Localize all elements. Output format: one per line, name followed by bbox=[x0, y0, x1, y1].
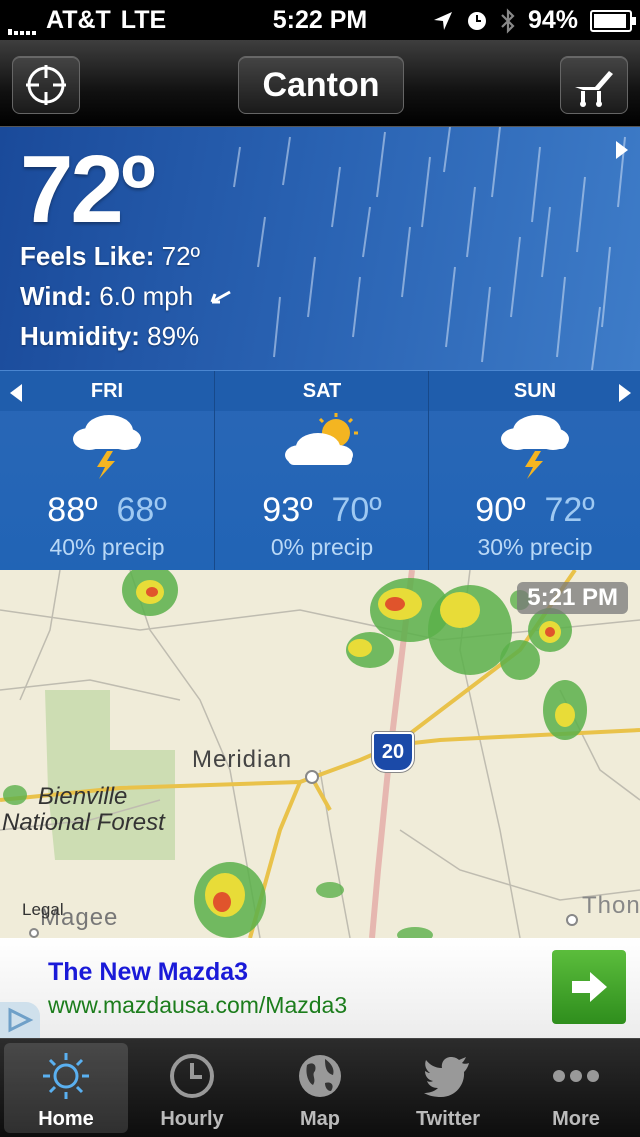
tab-label: Map bbox=[300, 1108, 340, 1130]
tab-hourly[interactable]: Hourly bbox=[130, 1043, 254, 1133]
tab-label: Twitter bbox=[415, 1108, 481, 1130]
battery-fill bbox=[594, 13, 626, 28]
tab-twitter[interactable]: Twitter bbox=[386, 1043, 510, 1133]
precip-chance: 40% precip bbox=[49, 534, 165, 560]
day-name: FRI bbox=[90, 380, 124, 402]
battery-icon bbox=[590, 9, 636, 32]
low-temp: 68º bbox=[116, 491, 167, 529]
status-right: 94% bbox=[432, 6, 636, 35]
rain-background bbox=[233, 127, 626, 370]
next-arrow-icon[interactable] bbox=[616, 141, 628, 159]
previous-arrow-icon[interactable] bbox=[10, 384, 22, 402]
interstate-shield: 20 bbox=[372, 732, 414, 772]
interstate-number: 20 bbox=[381, 741, 405, 763]
battery-percent: 94% bbox=[527, 6, 578, 34]
forecast-day[interactable]: SAT 93º 70º 0% precip bbox=[214, 371, 429, 571]
hi-lo-temps: 93º 70º bbox=[215, 491, 429, 530]
wind-row: Wind: 6.0 mph bbox=[20, 281, 232, 312]
tab-more[interactable]: More bbox=[514, 1043, 638, 1133]
wind-label: Wind: bbox=[20, 281, 92, 311]
alarm-clock-icon bbox=[467, 11, 486, 30]
forecast-day[interactable]: FRI 88º 68º 40% precip bbox=[0, 371, 214, 571]
high-temp: 88º bbox=[47, 491, 98, 529]
current-conditions[interactable]: 72º Feels Like: 72º Wind: 6.0 mph Humidi… bbox=[0, 127, 640, 370]
globe-icon bbox=[299, 1055, 341, 1097]
forest-label-line2: National Forest bbox=[2, 809, 165, 836]
tab-home[interactable]: Home bbox=[4, 1043, 128, 1133]
city-marker bbox=[305, 770, 319, 784]
tab-label: Home bbox=[38, 1108, 94, 1130]
humidity-row: Humidity: 89% bbox=[20, 321, 199, 352]
forest-label-line1: Bienville bbox=[38, 783, 128, 810]
tab-bar: Home Hourly Map Twitter More bbox=[0, 1038, 640, 1137]
arrow-right-icon bbox=[572, 972, 607, 1002]
precip-chance: 0% precip bbox=[270, 534, 374, 560]
radar-map[interactable]: 5:21 PM 20 Meridian Bienville National F… bbox=[0, 570, 640, 938]
radar-timestamp: 5:21 PM bbox=[517, 582, 628, 614]
feels-like-label: Feels Like: bbox=[20, 241, 155, 271]
nav-bar: Canton bbox=[0, 40, 640, 127]
settings-button[interactable] bbox=[560, 56, 628, 114]
city-label: Meridian bbox=[192, 746, 293, 773]
town-label-thon: Thon bbox=[582, 892, 640, 919]
twitter-bird-icon bbox=[424, 1057, 469, 1097]
forecast-day[interactable]: SUN 90º 72º 30% precip bbox=[428, 371, 640, 571]
ad-title[interactable]: The New Mazda3 bbox=[48, 958, 248, 987]
map-graphics bbox=[0, 570, 640, 938]
wind-value: 6.0 mph bbox=[99, 281, 194, 311]
feels-like-value: 72º bbox=[161, 241, 201, 271]
more-dots-icon bbox=[553, 1070, 599, 1082]
locate-button[interactable] bbox=[12, 56, 80, 114]
tab-map[interactable]: Map bbox=[258, 1043, 382, 1133]
legal-link[interactable]: Legal bbox=[22, 900, 64, 920]
bluetooth-icon bbox=[501, 7, 515, 34]
location-arrow-icon bbox=[433, 11, 452, 30]
ad-go-button[interactable] bbox=[552, 950, 626, 1024]
wind-direction-icon bbox=[210, 290, 232, 304]
city-button[interactable]: Canton bbox=[238, 56, 404, 114]
day-name: SUN bbox=[513, 380, 557, 402]
hi-lo-temps: 90º 72º bbox=[429, 491, 640, 530]
forecast-strip[interactable]: FRI 88º 68º 40% precip SAT 93º 70º 0% pr… bbox=[0, 370, 640, 571]
clock-icon bbox=[170, 1054, 214, 1098]
day-name: SAT bbox=[302, 380, 342, 402]
humidity-label: Humidity: bbox=[20, 321, 140, 351]
humidity-value: 89% bbox=[147, 321, 200, 351]
hi-lo-temps: 88º 68º bbox=[0, 491, 214, 530]
low-temp: 70º bbox=[331, 491, 382, 529]
tab-label: Hourly bbox=[160, 1108, 224, 1130]
status-bar: AT&T LTE 5:22 PM 94% bbox=[0, 0, 640, 40]
ad-banner[interactable]: The New Mazda3 www.mazdausa.com/Mazda3 bbox=[0, 938, 640, 1038]
next-day-arrow-icon[interactable] bbox=[619, 384, 631, 402]
thunderstorm-icon bbox=[501, 415, 569, 479]
high-temp: 90º bbox=[475, 491, 526, 529]
low-temp: 72º bbox=[544, 491, 595, 529]
tab-label: More bbox=[552, 1108, 600, 1130]
current-temperature: 72º bbox=[20, 136, 156, 243]
thunderstorm-icon bbox=[73, 415, 141, 479]
chair-icon bbox=[575, 71, 613, 107]
high-temp: 93º bbox=[262, 491, 313, 529]
ad-choices-icon[interactable] bbox=[0, 1002, 40, 1038]
crosshair-icon bbox=[26, 65, 66, 105]
precip-chance: 30% precip bbox=[477, 534, 593, 560]
feels-like-row: Feels Like: 72º bbox=[20, 241, 200, 272]
partly-cloudy-icon bbox=[285, 413, 358, 465]
ad-url[interactable]: www.mazdausa.com/Mazda3 bbox=[48, 992, 347, 1019]
sun-icon bbox=[43, 1053, 89, 1099]
